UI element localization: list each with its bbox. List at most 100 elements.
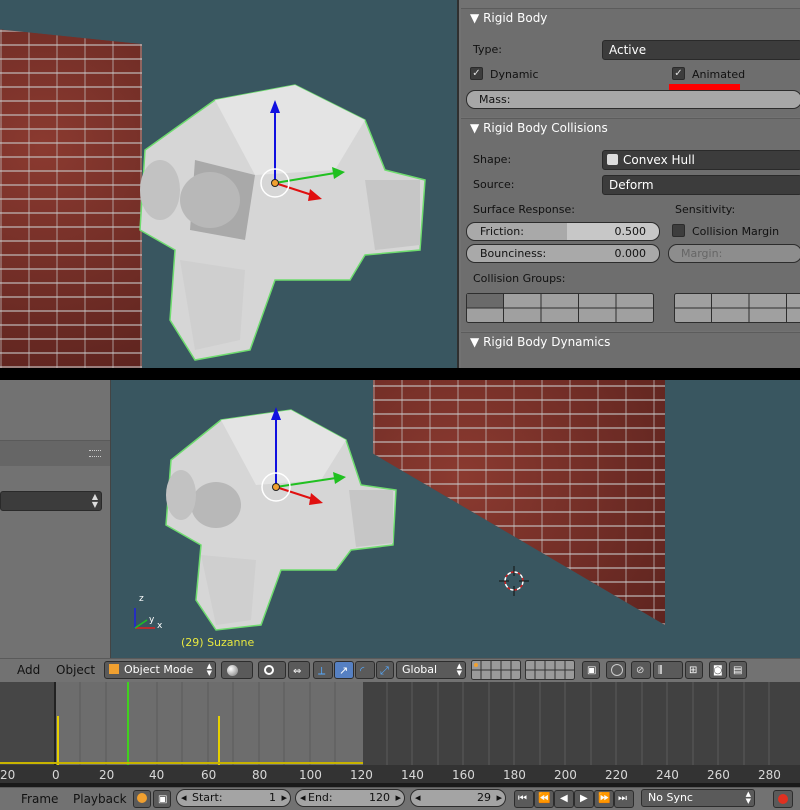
end-frame-field[interactable]: ◂ End: 120 ▸ bbox=[295, 789, 405, 807]
layer-buttons-left[interactable] bbox=[471, 660, 521, 680]
record-button[interactable] bbox=[773, 790, 793, 808]
lock-icon: ▣ bbox=[158, 792, 167, 808]
playback-menu[interactable]: Playback bbox=[73, 792, 127, 806]
dynamic-checkbox[interactable]: ✓ bbox=[470, 67, 483, 80]
updown-arrows-icon: ▲▼ bbox=[207, 663, 212, 677]
jump-to-keyframe-forward-button[interactable]: ⏩ bbox=[594, 790, 614, 808]
layer-buttons-right[interactable] bbox=[525, 660, 575, 680]
tick-label: 80 bbox=[252, 768, 267, 782]
object-info-text: (29) Suzanne bbox=[181, 636, 254, 649]
tick-label: 20 bbox=[0, 768, 15, 782]
jump-start-icon: ⏮ bbox=[518, 791, 527, 807]
lock-layers-button[interactable]: ▣ bbox=[582, 661, 600, 679]
brick-wall bbox=[0, 0, 142, 368]
collision-margin-checkbox[interactable] bbox=[672, 224, 685, 237]
mass-field[interactable]: Mass: bbox=[466, 90, 800, 109]
transform-manipulator[interactable] bbox=[250, 95, 360, 215]
lock-range-button[interactable]: ▣ bbox=[153, 790, 171, 808]
tool-shelf-dropdown[interactable]: ▲▼ bbox=[0, 491, 102, 511]
sync-dropdown[interactable]: No Sync ▲▼ bbox=[641, 789, 755, 807]
snap-element-icon: ⫼ bbox=[658, 663, 663, 679]
top-3d-viewport[interactable] bbox=[0, 0, 457, 368]
rotate-button[interactable]: ◜ bbox=[355, 661, 375, 679]
keyframe-back-icon: ⏪ bbox=[538, 791, 550, 807]
proportional-circle-icon bbox=[611, 664, 623, 676]
bounciness-slider[interactable]: Bounciness: 0.000 bbox=[466, 244, 660, 263]
tick-label: 60 bbox=[201, 768, 216, 782]
collision-groups-grid-left[interactable] bbox=[466, 293, 654, 323]
source-dropdown[interactable]: Deform bbox=[602, 175, 800, 195]
type-value: Active bbox=[609, 43, 646, 57]
render-animation-button[interactable]: ▤ bbox=[729, 661, 747, 679]
collapse-arrow-icon: ▼ bbox=[470, 121, 479, 135]
pivot-point-button[interactable] bbox=[258, 661, 286, 679]
convex-hull-icon bbox=[607, 154, 618, 165]
proportional-edit-button[interactable] bbox=[606, 661, 626, 679]
collisions-title: Rigid Body Collisions bbox=[483, 121, 608, 135]
animated-checkbox[interactable]: ✓ bbox=[672, 67, 685, 80]
sensitivity-label: Sensitivity: bbox=[675, 203, 735, 216]
pivot-options-button[interactable]: ⇔ bbox=[288, 661, 310, 679]
tool-shelf bbox=[0, 380, 110, 658]
dynamics-header[interactable]: ▼ Rigid Body Dynamics bbox=[470, 335, 610, 349]
scale-icon: ⤢ bbox=[380, 663, 389, 679]
updown-arrows-icon: ▲▼ bbox=[746, 791, 751, 805]
object-menu[interactable]: Object bbox=[56, 663, 95, 677]
friction-label: Friction: bbox=[480, 223, 524, 240]
add-menu[interactable]: Add bbox=[17, 663, 40, 677]
margin-field[interactable]: Margin: bbox=[668, 244, 800, 263]
surface-response-label: Surface Response: bbox=[473, 203, 575, 216]
timeline-gridlines bbox=[0, 682, 800, 765]
start-label: Start: bbox=[192, 790, 223, 806]
tick-label: 180 bbox=[503, 768, 526, 782]
tick-label: 280 bbox=[758, 768, 781, 782]
manipulator-toggle-button[interactable]: ⟂ bbox=[313, 661, 333, 679]
bottom-3d-viewport[interactable]: z y x (29) Suzanne bbox=[111, 380, 800, 658]
play-reverse-button[interactable]: ◀ bbox=[554, 790, 574, 808]
mode-selector[interactable]: Object Mode ▲▼ bbox=[104, 661, 216, 679]
updown-arrows-icon: ▲▼ bbox=[457, 663, 462, 677]
start-frame-field[interactable]: ◂ Start: 1 ▸ bbox=[176, 789, 291, 807]
snap-target-button[interactable]: ⊞ bbox=[685, 661, 703, 679]
animated-label: Animated bbox=[692, 68, 745, 81]
tick-label: 120 bbox=[350, 768, 373, 782]
end-value: 120 bbox=[369, 790, 390, 806]
render-still-button[interactable]: ◙ bbox=[709, 661, 727, 679]
3d-cursor-icon[interactable] bbox=[499, 566, 529, 596]
collision-groups-grid-right[interactable] bbox=[674, 293, 800, 323]
rigid-body-header[interactable]: ▼ Rigid Body bbox=[470, 11, 547, 25]
transform-manipulator[interactable] bbox=[251, 402, 361, 522]
axis-gizmo-icon bbox=[129, 594, 169, 634]
orientation-dropdown[interactable]: Global ▲▼ bbox=[396, 661, 466, 679]
type-dropdown[interactable]: Active bbox=[602, 40, 800, 60]
arrow-icon: ↗ bbox=[339, 663, 348, 679]
shape-dropdown[interactable]: Convex Hull bbox=[602, 150, 800, 170]
manipulator-icon: ⟂ bbox=[318, 663, 325, 679]
shading-sphere-icon bbox=[227, 665, 238, 676]
margin-label: Margin: bbox=[681, 247, 722, 260]
keyframe-forward-icon: ⏩ bbox=[598, 791, 610, 807]
timeline-ruler[interactable] bbox=[0, 765, 800, 783]
collisions-header[interactable]: ▼ Rigid Body Collisions bbox=[470, 121, 608, 135]
viewport-shading-button[interactable] bbox=[221, 661, 253, 679]
frame-menu[interactable]: Frame bbox=[21, 792, 58, 806]
current-frame-field[interactable]: ◂ 29 ▸ bbox=[410, 789, 506, 807]
clapper-icon: ▤ bbox=[733, 663, 742, 679]
translate-button[interactable]: ↗ bbox=[334, 661, 354, 679]
keying-set-button[interactable] bbox=[133, 790, 151, 808]
snap-element-button[interactable]: ⫼ bbox=[653, 661, 683, 679]
tick-label: 100 bbox=[299, 768, 322, 782]
jump-to-end-button[interactable]: ⏭ bbox=[614, 790, 634, 808]
snap-toggle-button[interactable]: ⊘ bbox=[631, 661, 651, 679]
friction-slider[interactable]: Friction: 0.500 bbox=[466, 222, 660, 241]
axis-x-label: x bbox=[157, 621, 162, 631]
scale-button[interactable]: ⤢ bbox=[376, 661, 394, 679]
jump-to-start-button[interactable]: ⏮ bbox=[514, 790, 534, 808]
increment-arrow-icon: ▸ bbox=[496, 790, 502, 806]
jump-to-keyframe-back-button[interactable]: ⏪ bbox=[534, 790, 554, 808]
drag-handle-icon[interactable] bbox=[89, 450, 101, 457]
rotate-arc-icon: ◜ bbox=[360, 663, 364, 679]
record-icon bbox=[778, 794, 788, 804]
play-button[interactable]: ▶ bbox=[574, 790, 594, 808]
collision-groups-label: Collision Groups: bbox=[473, 272, 566, 285]
